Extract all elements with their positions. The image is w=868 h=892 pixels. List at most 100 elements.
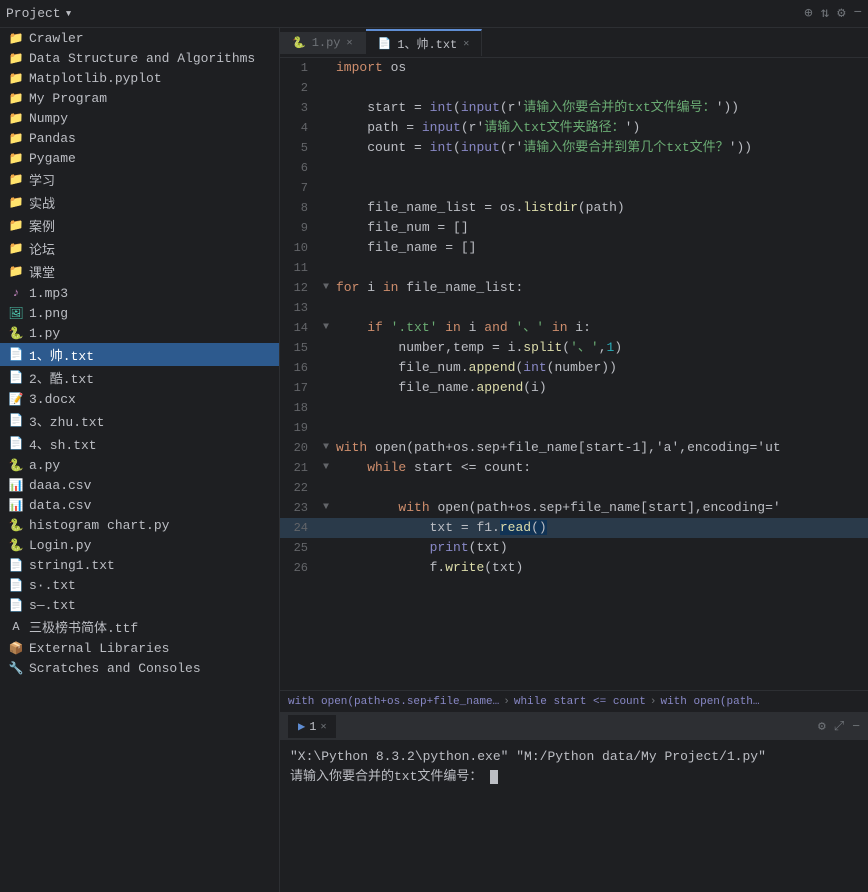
sidebar-item-dsa[interactable]: 📁 Data Structure and Algorithms [0, 48, 279, 68]
folder-icon: 📁 [8, 150, 24, 166]
ttf-icon: A [8, 619, 24, 635]
sidebar-item-label: Scratches and Consoles [29, 661, 201, 676]
sidebar-item-pandas[interactable]: 📁 Pandas [0, 128, 279, 148]
tab-label: 1.py [312, 36, 341, 50]
sidebar-item-practice[interactable]: 📁 实战 [0, 191, 279, 214]
sidebar-item-label: a.py [29, 458, 60, 473]
sidebar-item-histpy[interactable]: 🐍 histogram chart.py [0, 515, 279, 535]
py-icon: 🐍 [8, 325, 24, 341]
minimize-icon[interactable]: − [854, 5, 862, 22]
editor-area: 🐍 1.py ✕ 📄 1、帅.txt ✕ 1 import os [280, 28, 868, 892]
code-line-19: 19 [280, 418, 868, 438]
close-tab-icon[interactable]: ✕ [463, 38, 469, 50]
code-editor[interactable]: 1 import os 2 3 start = int(input(r'请输入你… [280, 58, 868, 690]
sidebar-item-string1txt[interactable]: 📄 string1.txt [0, 555, 279, 575]
txt-icon: 📄 [8, 597, 24, 613]
code-line-23: 23 ▼ with open(path+os.sep+file_name[sta… [280, 498, 868, 518]
sidebar-item-mp3[interactable]: ♪ 1.mp3 [0, 283, 279, 303]
tab-1txt[interactable]: 📄 1、帅.txt ✕ [366, 29, 483, 56]
sidebar-item-study[interactable]: 📁 学习 [0, 168, 279, 191]
code-line-15: 15 number,temp = i.split('、',1) [280, 338, 868, 358]
breadcrumb-sep2: › [650, 696, 657, 708]
terminal-settings-icon[interactable]: ⚙ [818, 719, 826, 734]
terminal-prompt-line: 请输入你要合并的txt文件编号： [290, 767, 858, 787]
sidebar-item-daaacsv[interactable]: 📊 daaa.csv [0, 475, 279, 495]
py-icon: 🐍 [8, 457, 24, 473]
sidebar-item-label: 2、酷.txt [29, 368, 94, 387]
sidebar-item-3zhu[interactable]: 📄 3、zhu.txt [0, 409, 279, 432]
sidebar-item-pygame[interactable]: 📁 Pygame [0, 148, 279, 168]
fold-arrow-14[interactable]: ▼ [323, 322, 329, 333]
sidebar-item-ttf[interactable]: A 三极榜书简体.ttf [0, 615, 279, 638]
code-line-4: 4 path = input(r'请输入txt文件夹路径：') [280, 118, 868, 138]
terminal-prompt-text: 请输入你要合并的txt文件编号： [290, 769, 482, 784]
breadcrumb-bar: with open(path+os.sep+file_name… › while… [280, 690, 868, 712]
code-line-14: 14 ▼ if '.txt' in i and '、' in i: [280, 318, 868, 338]
sidebar-item-numpy[interactable]: 📁 Numpy [0, 108, 279, 128]
sidebar-item-cases[interactable]: 📁 案例 [0, 214, 279, 237]
sidebar-item-label: 3、zhu.txt [29, 411, 104, 430]
code-line-13: 13 [280, 298, 868, 318]
py-icon: 🐍 [8, 517, 24, 533]
folder-icon: 📁 [8, 70, 24, 86]
folder-icon: 📁 [8, 50, 24, 66]
tab-label: 1、帅.txt [397, 35, 457, 52]
fold-arrow-21[interactable]: ▼ [323, 462, 329, 473]
breadcrumb-part3: with open(path… [660, 696, 759, 708]
csv-icon: 📊 [8, 497, 24, 513]
sidebar-item-3docx[interactable]: 📝 3.docx [0, 389, 279, 409]
code-view[interactable]: 1 import os 2 3 start = int(input(r'请输入你… [280, 58, 868, 690]
mp3-icon: ♪ [8, 285, 24, 301]
code-line-3: 3 start = int(input(r'请输入你要合并的txt文件编号：')… [280, 98, 868, 118]
terminal-tab-bar: ▶ 1 ✕ ⚙ ⤢ − [280, 713, 868, 741]
fold-arrow-20[interactable]: ▼ [323, 442, 329, 453]
sidebar-item-crawler[interactable]: 📁 Crawler [0, 28, 279, 48]
folder-icon: 📁 [8, 241, 24, 257]
breadcrumb-part1: with open(path+os.sep+file_name… [288, 696, 499, 708]
sidebar-item-sdottxt[interactable]: 📄 s·.txt [0, 575, 279, 595]
sidebar-item-label: 学习 [29, 170, 55, 189]
sidebar-item-matplotlib[interactable]: 📁 Matplotlib.pyplot [0, 68, 279, 88]
sidebar-item-label: External Libraries [29, 641, 169, 656]
sidebar-item-label: Pygame [29, 151, 76, 166]
sidebar-item-2txt[interactable]: 📄 2、酷.txt [0, 366, 279, 389]
add-icon[interactable]: ⊕ [804, 5, 812, 22]
terminal-expand-icon[interactable]: ⤢ [834, 719, 844, 734]
sidebar-item-1py[interactable]: 🐍 1.py [0, 323, 279, 343]
terminal-close-icon[interactable]: ✕ [320, 721, 326, 733]
folder-icon: 📁 [8, 30, 24, 46]
sidebar-item-4sh[interactable]: 📄 4、sh.txt [0, 432, 279, 455]
close-tab-icon[interactable]: ✕ [347, 37, 353, 49]
sidebar-item-label: data.csv [29, 498, 91, 513]
sidebar-item-forum[interactable]: 📁 论坛 [0, 237, 279, 260]
code-line-20: 20 ▼ with open(path+os.sep+file_name[sta… [280, 438, 868, 458]
fold-arrow-23[interactable]: ▼ [323, 502, 329, 513]
ext-icon: 🔧 [8, 660, 24, 676]
sidebar-item-apy[interactable]: 🐍 a.py [0, 455, 279, 475]
sidebar-item-myprogram[interactable]: 📁 My Program [0, 88, 279, 108]
sidebar-item-label: 三极榜书简体.ttf [29, 617, 138, 636]
sidebar-item-1txt[interactable]: 📄 1、帅.txt [0, 343, 279, 366]
sidebar-item-loginpy[interactable]: 🐍 Login.py [0, 535, 279, 555]
sidebar-item-label: 论坛 [29, 239, 55, 258]
sidebar-item-classroom[interactable]: 📁 课堂 [0, 260, 279, 283]
fold-arrow-12[interactable]: ▼ [323, 282, 329, 293]
sidebar-item-datacsv[interactable]: 📊 data.csv [0, 495, 279, 515]
sidebar-item-label: Matplotlib.pyplot [29, 71, 162, 86]
sidebar-item-png[interactable]: 🖼 1.png [0, 303, 279, 323]
layout-icon[interactable]: ⇅ [821, 5, 829, 22]
code-line-26: 26 f.write(txt) [280, 558, 868, 578]
terminal-hide-icon[interactable]: − [852, 719, 860, 734]
sidebar-item-scratches[interactable]: 🔧 Scratches and Consoles [0, 658, 279, 678]
sidebar-item-label: 1.png [29, 306, 68, 321]
terminal-tab-1[interactable]: ▶ 1 ✕ [288, 715, 337, 738]
terminal-run-icon: ▶ [298, 719, 305, 734]
project-chevron[interactable]: ▾ [65, 6, 73, 21]
sidebar-item-label: 4、sh.txt [29, 434, 97, 453]
folder-icon: 📁 [8, 110, 24, 126]
tab-1py[interactable]: 🐍 1.py ✕ [280, 32, 366, 54]
settings-icon[interactable]: ⚙ [837, 5, 845, 22]
sidebar-item-sdshtxt[interactable]: 📄 s—.txt [0, 595, 279, 615]
sidebar-item-extlib[interactable]: 📦 External Libraries [0, 638, 279, 658]
csv-icon: 📊 [8, 477, 24, 493]
